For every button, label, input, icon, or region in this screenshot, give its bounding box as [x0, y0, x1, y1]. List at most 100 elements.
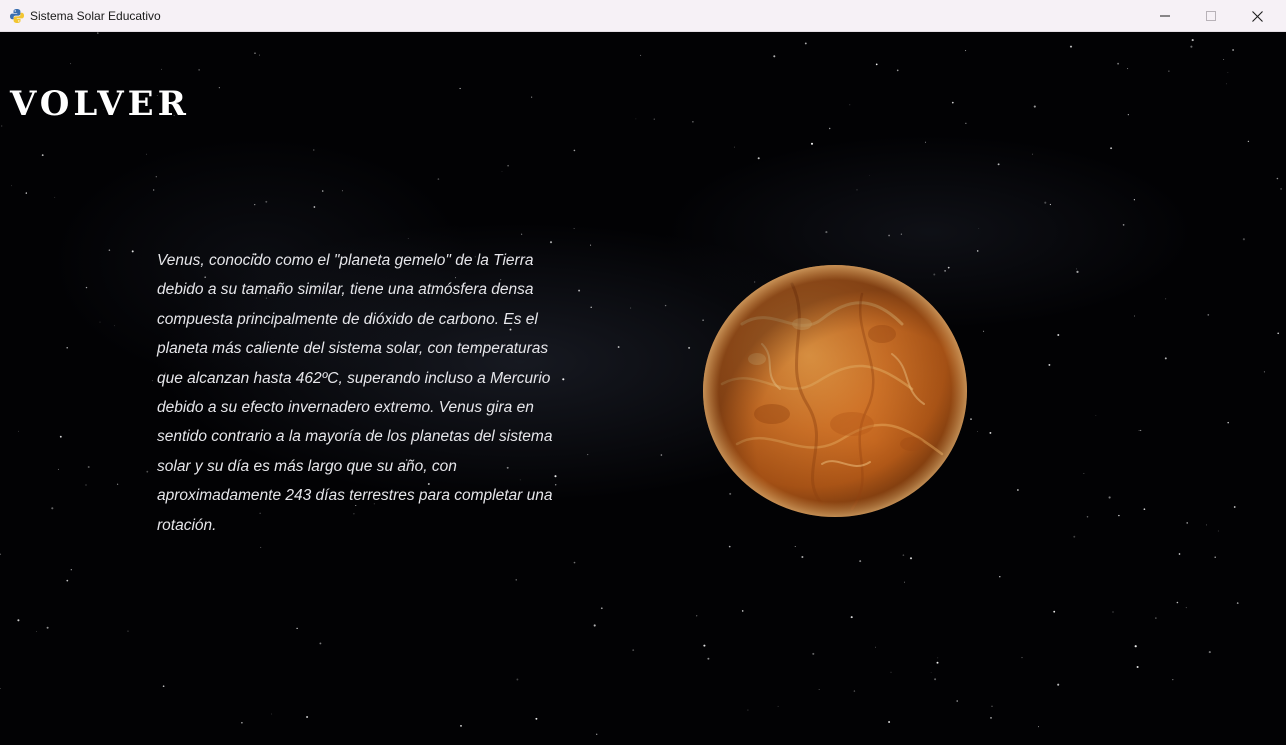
star [162, 685, 165, 688]
star [997, 163, 1000, 166]
star [99, 321, 101, 323]
star [260, 546, 262, 548]
star [146, 470, 149, 473]
star [146, 153, 147, 155]
star [1165, 298, 1167, 300]
star [51, 507, 54, 510]
star [757, 157, 760, 160]
star [1140, 429, 1142, 431]
star [573, 228, 575, 230]
star [956, 700, 958, 702]
maximize-button[interactable] [1188, 0, 1234, 32]
star [108, 249, 111, 251]
star [1133, 199, 1135, 201]
star [1242, 238, 1245, 241]
star [521, 233, 523, 235]
star [59, 435, 62, 438]
star [341, 190, 343, 192]
star [11, 185, 12, 187]
star [965, 122, 967, 124]
star [902, 554, 905, 556]
python-icon [9, 8, 25, 24]
star [936, 661, 939, 664]
star [900, 233, 903, 235]
star [562, 378, 565, 381]
star [116, 483, 119, 485]
close-button[interactable] [1234, 0, 1280, 32]
star [259, 54, 261, 56]
star [578, 289, 581, 292]
window-title: Sistema Solar Educativo [30, 9, 161, 23]
star [66, 579, 69, 582]
star [829, 127, 831, 130]
star [515, 579, 517, 581]
star [306, 715, 309, 719]
star [890, 671, 892, 673]
star [1134, 645, 1137, 648]
star [965, 50, 967, 52]
star [617, 346, 620, 348]
star [1118, 514, 1120, 517]
star [1073, 535, 1076, 538]
star [1208, 651, 1211, 654]
star [0, 553, 2, 555]
star [1168, 70, 1170, 72]
star [1164, 357, 1167, 360]
star [36, 631, 37, 632]
star [970, 418, 972, 420]
star [1176, 601, 1179, 604]
star [951, 101, 954, 104]
star [1044, 201, 1047, 204]
star [1069, 45, 1073, 48]
title-bar[interactable]: Sistema Solar Educativo [0, 0, 1286, 32]
star [812, 652, 815, 655]
star [978, 228, 980, 229]
star [198, 69, 200, 71]
star [703, 644, 706, 647]
star [313, 149, 315, 151]
close-icon [1251, 10, 1263, 22]
star [437, 178, 440, 180]
minimize-button[interactable] [1142, 0, 1188, 32]
star [635, 118, 637, 120]
star [1226, 83, 1227, 85]
star [151, 380, 153, 382]
star [87, 466, 90, 468]
star [54, 196, 56, 198]
star [1217, 530, 1219, 532]
star [407, 238, 409, 240]
star [531, 96, 533, 98]
star [127, 630, 129, 632]
star [688, 346, 691, 349]
star [869, 174, 870, 176]
star [507, 164, 509, 167]
star [85, 286, 88, 289]
star [937, 657, 939, 659]
star [1, 125, 3, 127]
star [1127, 68, 1129, 70]
star [856, 189, 858, 191]
star [1190, 45, 1193, 48]
star [1057, 334, 1060, 336]
star [1280, 188, 1282, 190]
star [707, 657, 710, 660]
star [741, 610, 744, 612]
back-button[interactable]: VOLVER [10, 84, 190, 124]
star [1178, 553, 1181, 555]
star [319, 642, 322, 645]
star [17, 619, 20, 622]
star [600, 607, 603, 610]
star [825, 231, 828, 234]
star [70, 63, 72, 65]
star [590, 244, 592, 246]
star [459, 87, 461, 90]
star [909, 557, 913, 560]
star [818, 689, 820, 690]
star [1232, 49, 1235, 51]
star [888, 234, 890, 237]
minimize-icon [1160, 11, 1170, 21]
star [1136, 665, 1139, 669]
star [596, 733, 598, 735]
star [804, 42, 807, 45]
star [1108, 496, 1111, 499]
